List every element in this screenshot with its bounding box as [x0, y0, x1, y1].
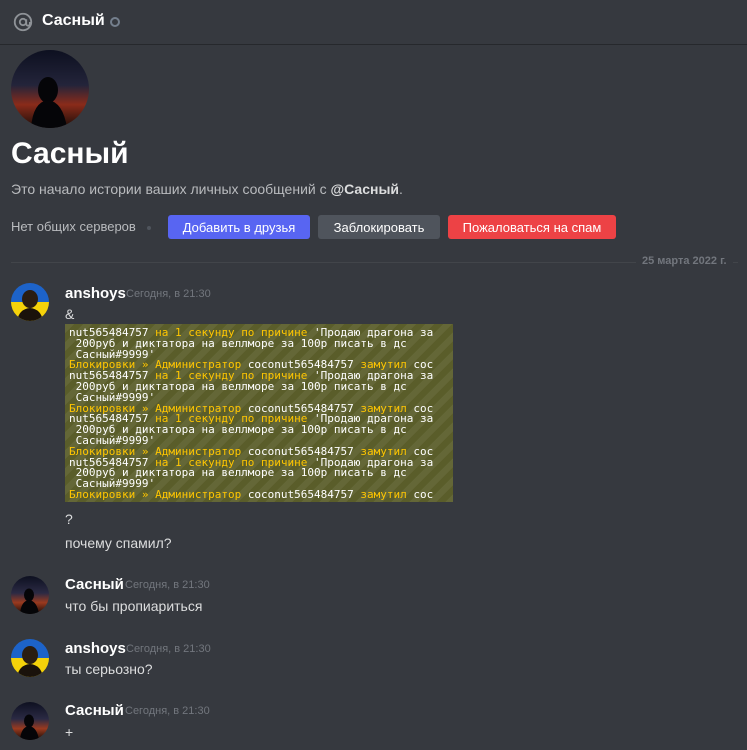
- avatar-sasny[interactable]: [11, 702, 49, 740]
- message-text: ты серьозно?: [65, 661, 153, 677]
- message-author[interactable]: Сасный: [65, 576, 124, 593]
- block-button[interactable]: Заблокировать: [318, 215, 440, 239]
- attachment-text-segment: coconut565484757: [247, 488, 361, 501]
- avatar-anshoys[interactable]: [11, 283, 49, 321]
- at-icon: [13, 12, 33, 32]
- message-timestamp: Сегодня, в 21:30: [126, 288, 211, 300]
- attachment-text-segment: замутил: [360, 488, 414, 501]
- intro-suffix: .: [399, 181, 403, 197]
- message-text: почему спамил?: [65, 535, 172, 551]
- message-timestamp: Сегодня, в 21:30: [125, 579, 210, 591]
- date-divider-label: 25 марта 2022 г.: [636, 255, 733, 267]
- message-text: ?: [65, 511, 73, 527]
- separator-dot: [147, 226, 151, 230]
- message-timestamp: Сегодня, в 21:30: [126, 643, 211, 655]
- message-timestamp: Сегодня, в 21:30: [125, 705, 210, 717]
- profile-name: Сасный: [11, 137, 129, 170]
- avatar-anshoys[interactable]: [11, 639, 49, 677]
- image-attachment[interactable]: nut565484757 на 1 секунду по причине 'Пр…: [65, 324, 453, 502]
- attachment-text-segment: coc: [413, 488, 434, 501]
- add-friend-button[interactable]: Добавить в друзья: [168, 215, 310, 239]
- profile-avatar[interactable]: [11, 50, 89, 128]
- message-author[interactable]: anshoys: [65, 640, 126, 657]
- message-author[interactable]: anshoys: [65, 285, 126, 302]
- message-text: &: [65, 306, 75, 322]
- intro-username[interactable]: @Сасный: [330, 181, 399, 197]
- dm-intro-text: Это начало истории ваших личных сообщени…: [11, 181, 403, 197]
- report-spam-button[interactable]: Пожаловаться на спам: [448, 215, 616, 239]
- message-text: что бы пропиариться: [65, 598, 203, 614]
- avatar-sasny[interactable]: [11, 576, 49, 614]
- date-divider-line: [11, 262, 738, 263]
- no-mutual-servers[interactable]: Нет общих серверов: [11, 219, 136, 234]
- message-author[interactable]: Сасный: [65, 702, 124, 719]
- message-text: +: [65, 724, 74, 740]
- status-offline-icon: [110, 17, 120, 27]
- channel-header: Сасный: [0, 0, 747, 45]
- attachment-text-line: Блокировки » Администратор coconut565484…: [69, 489, 433, 500]
- intro-prefix: Это начало истории ваших личных сообщени…: [11, 181, 331, 197]
- attachment-text-segment: Блокировки » Администратор: [69, 488, 248, 501]
- channel-title: Сасный: [42, 12, 105, 29]
